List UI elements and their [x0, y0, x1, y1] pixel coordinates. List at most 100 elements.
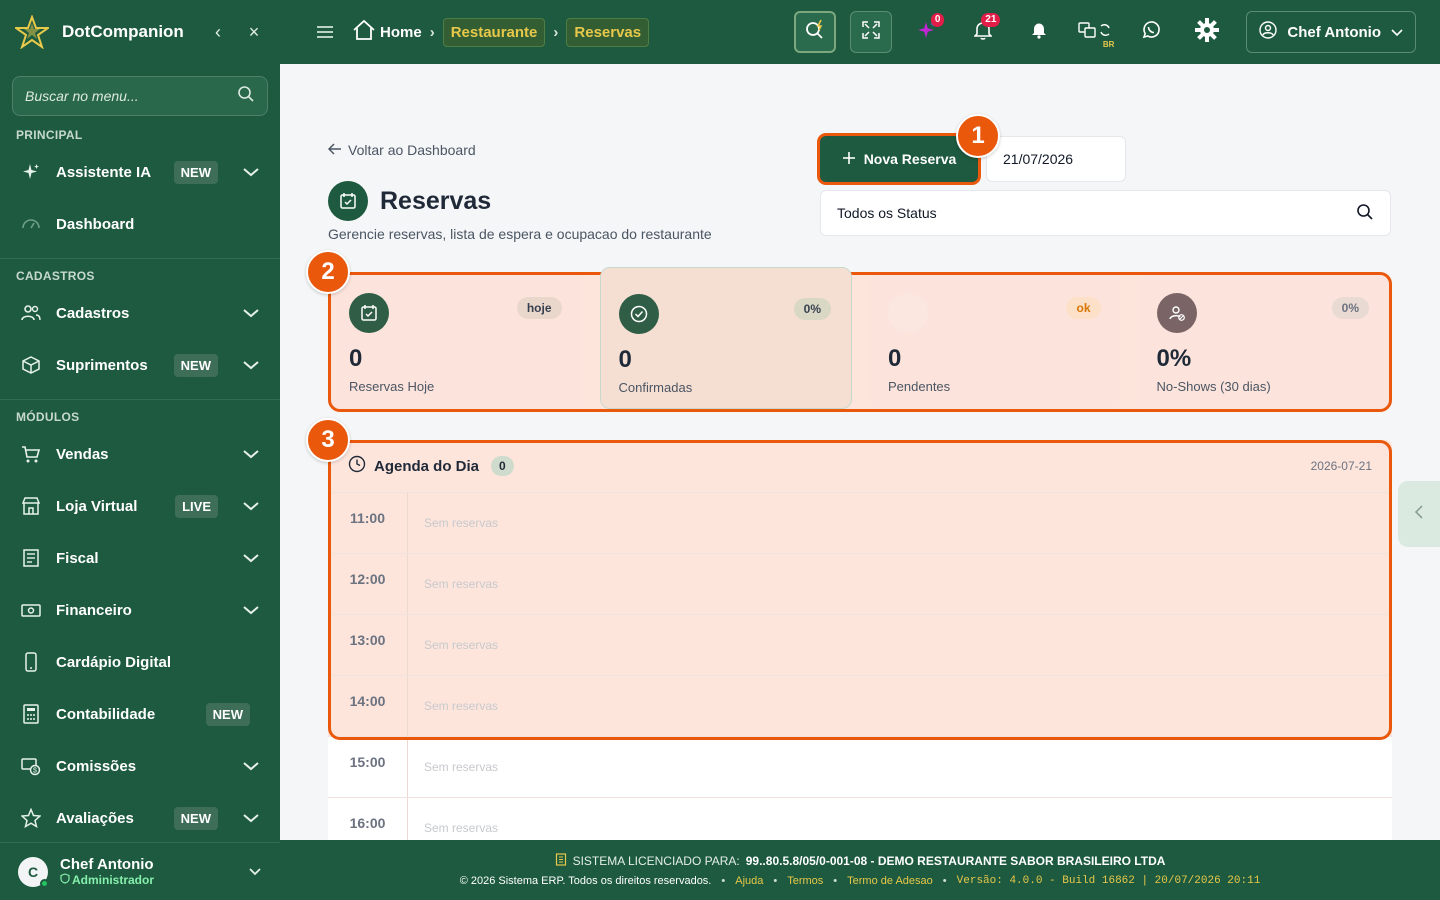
- phone-icon: [20, 651, 42, 673]
- box-icon: [20, 354, 42, 376]
- stat-card-reservas-hoje[interactable]: hoje 0 Reservas Hoje: [331, 275, 582, 409]
- pending-icon: [888, 293, 928, 333]
- sidebar-item-assistente-ia[interactable]: Assistente IA NEW: [0, 146, 280, 198]
- slot-empty-label: Sem reservas: [424, 760, 499, 774]
- sidebar-item-contabilidade[interactable]: Contabilidade NEW: [0, 688, 280, 740]
- back-to-dashboard-link[interactable]: Voltar ao Dashboard: [327, 142, 476, 158]
- live-badge: LIVE: [175, 494, 218, 518]
- users-icon: [20, 302, 42, 324]
- expand-icon: [861, 20, 881, 45]
- new-reservation-button[interactable]: Nova Reserva: [820, 136, 978, 182]
- user-name: Chef Antonio: [60, 856, 154, 873]
- breadcrumb-restaurante[interactable]: Restaurante: [442, 17, 546, 47]
- whatsapp-button[interactable]: [1130, 11, 1172, 53]
- notification-badge: 21: [981, 13, 1001, 27]
- commission-icon: $: [20, 755, 42, 777]
- plus-icon: [842, 151, 856, 168]
- time-slot[interactable]: 11:00 Sem reservas: [328, 492, 1392, 553]
- alerts-button[interactable]: [1018, 11, 1060, 53]
- time-slot[interactable]: 13:00 Sem reservas: [328, 614, 1392, 675]
- slot-empty-label: Sem reservas: [424, 516, 499, 530]
- terms-link[interactable]: Termos: [787, 875, 823, 887]
- side-panel-toggle[interactable]: [1398, 481, 1440, 547]
- time-slot[interactable]: 12:00 Sem reservas: [328, 553, 1392, 614]
- breadcrumb-home[interactable]: Home: [352, 19, 422, 45]
- footer-links: © 2026 Sistema ERP. Todos os direitos re…: [460, 875, 1261, 887]
- stat-value: 0%: [1156, 345, 1192, 372]
- slot-empty-label: Sem reservas: [424, 699, 499, 713]
- sidebar-item-label: Avaliações: [56, 809, 134, 827]
- time-slot[interactable]: 15:00 Sem reservas: [328, 736, 1392, 797]
- brand-bar: DotCompanion ‹ ×: [0, 0, 280, 64]
- slot-time: 12:00: [328, 554, 408, 614]
- stat-card-no-shows[interactable]: 0% 0% No-Shows (30 dias): [1138, 275, 1389, 409]
- language-label: BR: [1102, 40, 1115, 49]
- sidebar-item-loja-virtual[interactable]: Loja Virtual LIVE: [0, 480, 280, 532]
- search-bolt-icon: [803, 18, 827, 47]
- slot-time: 16:00: [328, 798, 408, 840]
- stat-value: 0: [618, 346, 632, 373]
- sidebar-item-label: Comissões: [56, 757, 137, 775]
- new-badge: NEW: [173, 353, 218, 377]
- ai-assistant-button[interactable]: 0: [906, 11, 948, 53]
- slot-empty-label: Sem reservas: [424, 638, 499, 652]
- section-principal: PRINCIPAL: [16, 128, 83, 142]
- date-field[interactable]: [986, 136, 1126, 182]
- chevron-down-icon: [242, 501, 260, 511]
- sidebar-item-label: Cadastros: [56, 304, 130, 322]
- sidebar-item-vendas[interactable]: Vendas: [0, 428, 280, 480]
- sidebar-user[interactable]: C Chef Antonio Administrador: [0, 842, 280, 900]
- close-sidebar-icon[interactable]: ×: [242, 22, 266, 43]
- sidebar-search-input[interactable]: [25, 88, 237, 104]
- quick-search-button[interactable]: [794, 11, 837, 53]
- stat-pill: 0%: [1331, 297, 1369, 319]
- sidebar-item-cardapio-digital[interactable]: Cardápio Digital: [0, 636, 280, 688]
- clock-icon: [348, 455, 366, 478]
- time-slot[interactable]: 16:00 Sem reservas: [328, 797, 1392, 840]
- collapse-sidebar-icon[interactable]: ‹: [206, 22, 230, 43]
- status-filter-select[interactable]: Todos os Status: [820, 190, 1391, 236]
- slot-time: 14:00: [328, 676, 408, 736]
- sidebar-item-cadastros[interactable]: Cadastros: [0, 287, 280, 339]
- menu-icon[interactable]: [316, 25, 334, 39]
- agenda-count-badge: 0: [491, 456, 514, 476]
- language-button[interactable]: BR: [1074, 11, 1116, 53]
- agenda-header: Agenda do Dia 0 2026-07-21: [328, 440, 1392, 492]
- breadcrumb-reservas[interactable]: Reservas: [566, 17, 650, 47]
- stat-label: Reservas Hoje: [349, 379, 435, 394]
- new-reservation-label: Nova Reserva: [863, 151, 957, 167]
- search-icon[interactable]: [1356, 203, 1374, 224]
- new-badge: NEW: [173, 806, 218, 830]
- separator-dot: •: [721, 875, 726, 887]
- stat-label: Pendentes: [888, 379, 951, 394]
- stat-pill: ok: [1066, 297, 1101, 319]
- sidebar-item-avaliacoes[interactable]: Avaliações NEW: [0, 792, 280, 844]
- page-header: Reservas: [328, 181, 491, 221]
- sidebar-item-dashboard[interactable]: Dashboard: [0, 198, 280, 250]
- sidebar-item-financeiro[interactable]: Financeiro: [0, 584, 280, 636]
- copyright: © 2026 Sistema ERP. Todos os direitos re…: [459, 875, 712, 887]
- adhesion-terms-link[interactable]: Termo de Adesao: [847, 875, 933, 887]
- user-menu-label: Chef Antonio: [1287, 23, 1381, 41]
- help-link[interactable]: Ajuda: [735, 875, 763, 887]
- fullscreen-button[interactable]: [850, 11, 893, 53]
- notifications-button[interactable]: 21: [962, 11, 1004, 53]
- chevron-down-icon: [242, 308, 260, 318]
- search-icon[interactable]: [237, 85, 255, 108]
- stat-card-confirmadas[interactable]: 0% 0 Confirmadas: [599, 267, 852, 409]
- svg-text:$: $: [33, 768, 37, 775]
- separator-dot: •: [942, 875, 947, 887]
- chevron-down-icon: [242, 605, 260, 615]
- settings-button[interactable]: [1186, 11, 1228, 53]
- sidebar-item-fiscal[interactable]: Fiscal: [0, 532, 280, 584]
- time-slot[interactable]: 14:00 Sem reservas: [328, 675, 1392, 736]
- user-menu-button[interactable]: Chef Antonio: [1246, 11, 1416, 53]
- chevron-down-icon: [242, 761, 260, 771]
- stat-card-pendentes[interactable]: ok 0 Pendentes: [870, 275, 1121, 409]
- sidebar-item-label: Vendas: [56, 445, 109, 463]
- main-content: Voltar ao Dashboard Reservas Gerencie re…: [280, 64, 1440, 840]
- sidebar-item-comissoes[interactable]: $ Comissões: [0, 740, 280, 792]
- breadcrumb-separator: ›: [553, 23, 559, 41]
- sidebar-item-suprimentos[interactable]: Suprimentos NEW: [0, 339, 280, 391]
- separator-dot: •: [773, 875, 778, 887]
